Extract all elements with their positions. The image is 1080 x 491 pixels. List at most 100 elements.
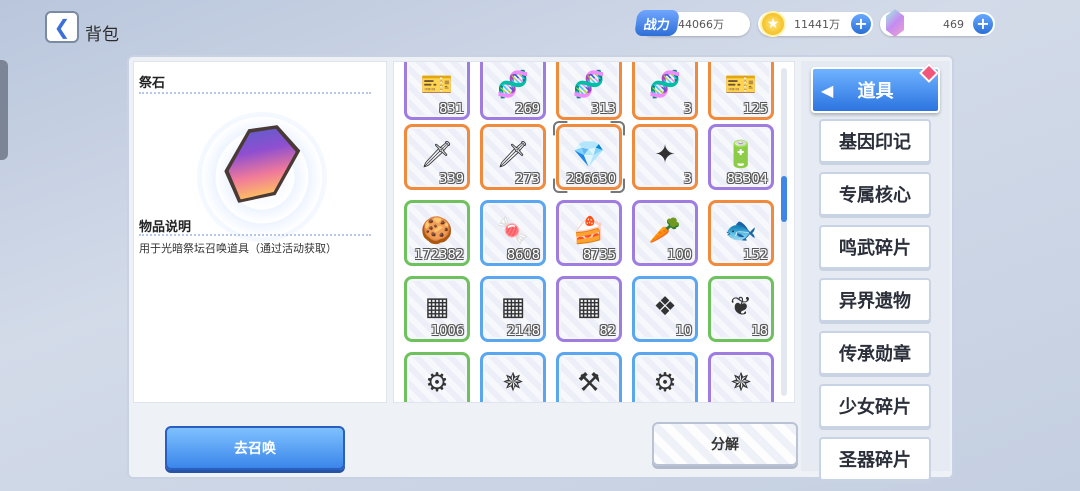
star-card-icon: ✦: [654, 139, 676, 170]
tool-icon: ⚒: [577, 367, 601, 398]
page-title: 背包: [85, 25, 119, 45]
item-count: 3: [683, 102, 692, 117]
inventory-item[interactable]: 🍬 8608: [480, 200, 546, 266]
item-count: 172382: [414, 248, 464, 263]
inventory-item[interactable]: ⚒: [556, 352, 622, 402]
power-value: 44066万: [678, 18, 724, 31]
back-button[interactable]: ❮: [45, 11, 79, 43]
item-count: 8608: [506, 248, 540, 263]
gear-icon: ⚙: [653, 367, 677, 398]
category-sidebar: ◀ 道具 基因印记 专属核心 鸣武碎片 异界遗物 传承勋章 少女碎片 圣器碎片: [801, 61, 950, 481]
dna-card-icon: 🧬: [572, 69, 606, 100]
add-crystal-button[interactable]: +: [971, 12, 995, 36]
inventory-item[interactable]: 💎 286630: [556, 124, 622, 190]
inventory-item[interactable]: ❦ 18: [708, 276, 774, 342]
category-active-label: 道具: [857, 81, 894, 102]
item-count: 339: [439, 172, 464, 187]
inventory-item[interactable]: 🧬 3: [632, 62, 698, 120]
item-count: 2148: [506, 324, 540, 339]
category-artifact-shards[interactable]: 圣器碎片: [819, 437, 931, 481]
crystal-display: 469 +: [880, 9, 995, 37]
item-name: 祭石: [139, 76, 166, 91]
summon-button[interactable]: 去召唤: [165, 426, 345, 470]
inventory-item[interactable]: 🎫 831: [404, 62, 470, 120]
item-detail-panel: 祭石 物品说明 用于光暗祭坛召唤道具（通过活动获取）: [133, 61, 387, 403]
seed-bag-icon: 🥕: [648, 215, 682, 246]
add-gold-button[interactable]: +: [849, 12, 873, 36]
sword-card-icon: 🗡: [420, 139, 454, 170]
inventory-item[interactable]: ✵: [480, 352, 546, 402]
crystal-cluster-icon: ❖: [653, 291, 677, 322]
inventory-item[interactable]: 🎫 125: [708, 62, 774, 120]
side-drawer-handle[interactable]: [0, 60, 8, 160]
inventory-item[interactable]: ⚙: [632, 352, 698, 402]
item-count: 286630: [566, 172, 616, 187]
inventory-item[interactable]: ▦ 82: [556, 276, 622, 342]
description-heading: 物品说明: [139, 220, 192, 235]
category-medals[interactable]: 传承勋章: [819, 331, 931, 375]
crystal-star-icon: ✵: [730, 367, 752, 398]
inventory-item[interactable]: 🧬 313: [556, 62, 622, 120]
crystal-value: 469: [943, 17, 964, 31]
item-count: 100: [667, 248, 692, 263]
category-girl-shards[interactable]: 少女碎片: [819, 384, 931, 428]
inventory-item[interactable]: 🥕 100: [632, 200, 698, 266]
item-count: 10: [675, 324, 692, 339]
inventory-item[interactable]: 🗡 339: [404, 124, 470, 190]
category-relics[interactable]: 异界遗物: [819, 278, 931, 322]
item-count: 8735: [582, 248, 616, 263]
category-gene-imprint[interactable]: 基因印记: [819, 119, 931, 163]
dna-card-icon: 🧬: [648, 69, 682, 100]
inventory-item[interactable]: ▦ 1006: [404, 276, 470, 342]
feather-icon: ❦: [730, 291, 752, 322]
scroll-thumb[interactable]: [781, 176, 787, 222]
inventory-item[interactable]: ▦ 2148: [480, 276, 546, 342]
category-active[interactable]: ◀ 道具: [811, 63, 940, 113]
inventory-item[interactable]: 🍰 8735: [556, 200, 622, 266]
category-weapon-shards[interactable]: 鸣武碎片: [819, 225, 931, 269]
coin-icon: ★: [760, 11, 786, 37]
inventory-item[interactable]: 🐟 152: [708, 200, 774, 266]
crystal-currency-icon: [886, 9, 904, 37]
item-count: 18: [751, 324, 768, 339]
inventory-item[interactable]: ⚙: [404, 352, 470, 402]
power-icon: 战力: [634, 10, 680, 36]
inventory-item[interactable]: 🍪 172382: [404, 200, 470, 266]
crystal-star-icon: ✵: [502, 367, 524, 398]
item-count: 269: [515, 102, 540, 117]
inventory-item[interactable]: ❖ 10: [632, 276, 698, 342]
decompose-button[interactable]: 分解: [652, 422, 798, 466]
chip-icon: ▦: [576, 291, 602, 322]
item-grid[interactable]: 🎫 831 🧬 269 🧬 313 🧬 3 🎫 125 🗡 339 🗡 273 💎 286630 ✦ 3 🔋 8330…: [393, 61, 795, 403]
gear-icon: ⚙: [425, 367, 449, 398]
inventory-item[interactable]: ✵: [708, 352, 774, 402]
sword-card-icon: 🗡: [496, 139, 530, 170]
category-exclusive-core[interactable]: 专属核心: [819, 172, 931, 216]
inventory-item[interactable]: 🗡 273: [480, 124, 546, 190]
ticket-icon: 🎫: [420, 69, 454, 100]
chevron-left-icon: ◀: [821, 80, 834, 100]
battery-icon: 🔋: [724, 139, 758, 170]
crystal-icon: 💎: [572, 139, 606, 170]
inventory-item[interactable]: 🔋 83304: [708, 124, 774, 190]
inventory-item[interactable]: ✦ 3: [632, 124, 698, 190]
description-text: 用于光暗祭坛召唤道具（通过活动获取）: [139, 242, 337, 255]
chevron-left-icon: ❮: [53, 15, 71, 39]
gold-value: 11441万: [794, 18, 840, 31]
grid-scrollbar[interactable]: [781, 68, 787, 396]
cookie-icon: 🍪: [420, 215, 454, 246]
item-count: 82: [599, 324, 616, 339]
item-count: 273: [515, 172, 540, 187]
chip-icon: ▦: [500, 291, 526, 322]
dna-card-icon: 🧬: [496, 69, 530, 100]
inventory-item[interactable]: 🧬 269: [480, 62, 546, 120]
fish-bag-icon: 🐟: [724, 215, 758, 246]
item-count: 125: [743, 102, 768, 117]
divider: [139, 234, 371, 236]
item-count: 152: [743, 248, 768, 263]
item-count: 3: [683, 172, 692, 187]
item-count: 313: [591, 102, 616, 117]
item-count: 831: [439, 102, 464, 117]
item-count: 1006: [430, 324, 464, 339]
gold-display: ★ 11441万 +: [758, 11, 873, 37]
